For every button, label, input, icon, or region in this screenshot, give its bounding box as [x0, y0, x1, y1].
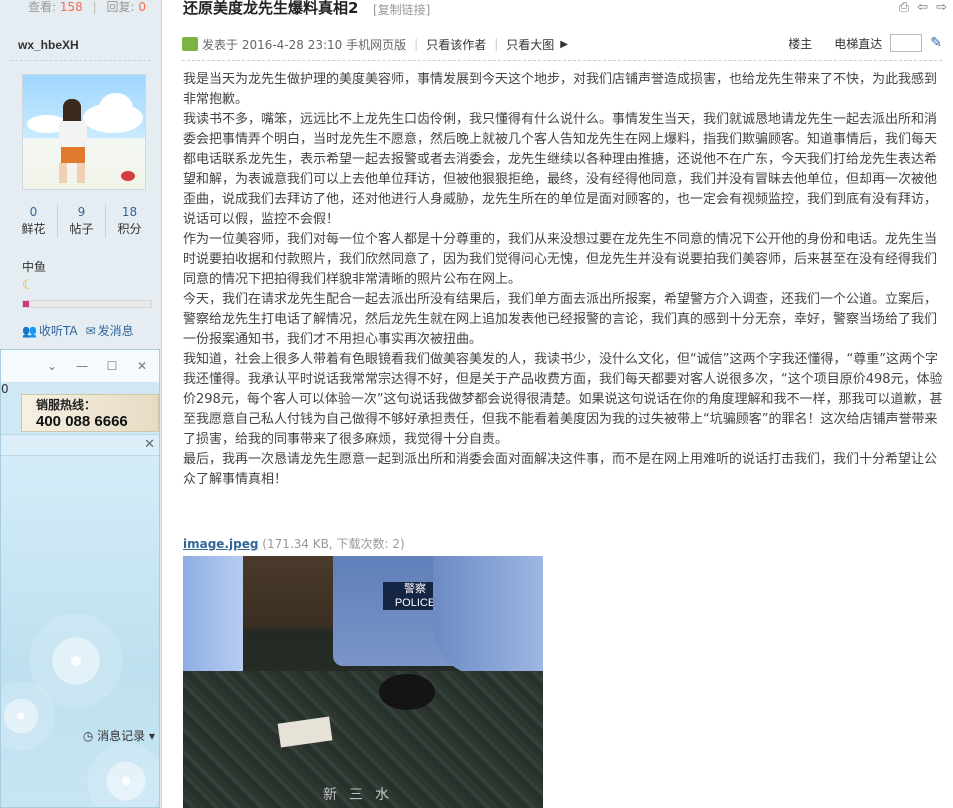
divider: [10, 60, 151, 61]
stat-label: 帖子: [69, 222, 94, 236]
thread-stats: 查看: 158 | 回复: 0: [0, 0, 161, 22]
thread-title: 还原美度龙先生爆料真相2: [183, 0, 359, 17]
divider: |: [414, 37, 419, 51]
divider: [182, 60, 942, 61]
chat-titlebar: ⌄ — ☐ ✕: [1, 350, 159, 382]
hotline-number: 400 088 6666: [36, 413, 128, 430]
user-group: 中鱼: [22, 260, 47, 274]
computer-mouse: [379, 674, 435, 710]
stat-posts[interactable]: 9 帖子: [58, 204, 106, 238]
dropdown-icon[interactable]: ⌄: [45, 359, 59, 373]
stat-value: 0: [29, 205, 38, 219]
post-paragraph: 最后，我再一次恳请龙先生愿意一起到派出所和消委会面对面解决这件事，而不是在网上用…: [183, 452, 938, 487]
level-bar-fill: [23, 301, 30, 307]
post-paragraph: 我知道，社会上很多人带着有色眼镜看我们做美容美发的人，我读书少，没什么文化，但“…: [183, 352, 943, 447]
photo-watermark: 新三水: [323, 787, 401, 803]
floor-controls: 楼主 电梯直达 ✎: [788, 34, 942, 52]
post-paragraph: 我是当天为龙先生做护理的美度美容师，事情发展到今天这个地步，对我们店铺声誉造成损…: [183, 72, 938, 107]
attached-photo[interactable]: 警察 POLICE 新三水: [183, 556, 543, 808]
attachment-link[interactable]: image.jpeg: [183, 537, 258, 551]
follow-icon: 👥: [22, 324, 37, 338]
close-icon[interactable]: ✕: [135, 359, 149, 373]
attachment: image.jpeg (171.34 KB, 下载次数: 2): [183, 535, 405, 552]
post-paragraph: 我读书不多，嘴笨，远远比不上龙先生口齿伶俐，我只懂得有什么说什么。事情发生当天，…: [183, 112, 938, 227]
reply-count: 0: [138, 0, 146, 14]
level-bar: [22, 300, 152, 308]
stat-flowers[interactable]: 0 鲜花: [10, 204, 58, 238]
follow-button[interactable]: 👥 收听TA: [22, 322, 78, 339]
maximize-icon[interactable]: ☐: [105, 359, 119, 373]
prev-thread-icon[interactable]: ⇦: [917, 0, 928, 15]
jump-input[interactable]: [890, 34, 923, 52]
avatar[interactable]: [22, 74, 146, 190]
stat-value: 9: [77, 205, 86, 219]
chat-window: ⌄ — ☐ ✕ 0 销服热线： 400 088 6666 ✕ ◷ 消息记录 ▾: [0, 349, 160, 808]
stat-points[interactable]: 18 积分: [106, 204, 153, 238]
chat-tab[interactable]: ✕: [1, 434, 159, 456]
chat-counter: 0: [1, 382, 9, 396]
stat-label: 鲜花: [21, 222, 46, 236]
divider: |: [92, 0, 97, 14]
close-tab-icon[interactable]: ✕: [144, 437, 155, 452]
mail-icon: ✉: [85, 324, 96, 338]
view-count: 158: [59, 0, 83, 14]
clock-icon: ◷: [82, 729, 94, 743]
flower-decoration: [81, 736, 159, 807]
floor-label: 楼主: [788, 36, 813, 51]
chat-body: [1, 456, 159, 807]
only-author-link[interactable]: 只看该作者: [426, 36, 486, 53]
attachment-info: (171.34 KB, 下载次数: 2): [262, 537, 405, 551]
author-actions: 👥 收听TA ✉ 发消息: [22, 322, 134, 339]
post-meta: 发表于 2016-4-28 23:10 手机网页版 | 只看该作者 | 只看大图…: [182, 34, 942, 54]
hotline-label: 销服热线：: [36, 398, 97, 412]
post-time: 发表于 2016-4-28 23:10 手机网页版: [202, 37, 407, 52]
author-stats: 0 鲜花 9 帖子 18 积分: [10, 204, 153, 238]
message-history-button[interactable]: ◷ 消息记录 ▾: [83, 727, 155, 744]
chevron-down-icon: ▾: [148, 729, 155, 743]
stat-value: 18: [121, 205, 138, 219]
play-icon[interactable]: ▶: [560, 39, 568, 50]
print-icon[interactable]: ⎙: [899, 0, 909, 15]
thread-header: 还原美度龙先生爆料真相2 [复制链接] ⎙ ⇦ ⇨: [163, 0, 953, 22]
post-content: 我是当天为龙先生做护理的美度美容师，事情发展到今天这个地步，对我们店铺声誉造成损…: [183, 70, 943, 490]
moon-icon: ☾: [22, 278, 34, 293]
copy-link-button[interactable]: [复制链接]: [373, 1, 430, 18]
author-name[interactable]: wx_hbeXH: [18, 38, 79, 52]
reply-label: 回复:: [106, 0, 135, 14]
big-image-link[interactable]: 只看大图: [506, 36, 554, 53]
follow-label: 收听TA: [38, 324, 78, 338]
post-paragraph: 作为一位美容师，我们对每一位个客人都是十分尊重的，我们从来没想过要在龙先生不同意…: [183, 232, 938, 287]
header-tools: ⎙ ⇦ ⇨: [899, 0, 947, 15]
minimize-icon[interactable]: —: [75, 359, 89, 373]
message-label: 发消息: [97, 324, 134, 338]
message-button[interactable]: ✉ 发消息: [86, 322, 134, 339]
hotline-banner[interactable]: 销服热线： 400 088 6666: [21, 394, 159, 432]
next-thread-icon[interactable]: ⇨: [936, 0, 947, 15]
jump-label: 电梯直达: [834, 36, 883, 51]
stat-label: 积分: [117, 222, 142, 236]
message-history-label: 消息记录: [97, 729, 146, 743]
post-paragraph: 今天，我们在请求龙先生配合一起去派出所没有结果后，我们单方面去派出所报案，希望警…: [183, 292, 938, 347]
pen-icon[interactable]: ✎: [930, 35, 942, 51]
divider: |: [494, 37, 499, 51]
post-icon: [182, 37, 198, 51]
sleeve-right: [433, 556, 543, 676]
view-label: 查看:: [28, 0, 57, 14]
